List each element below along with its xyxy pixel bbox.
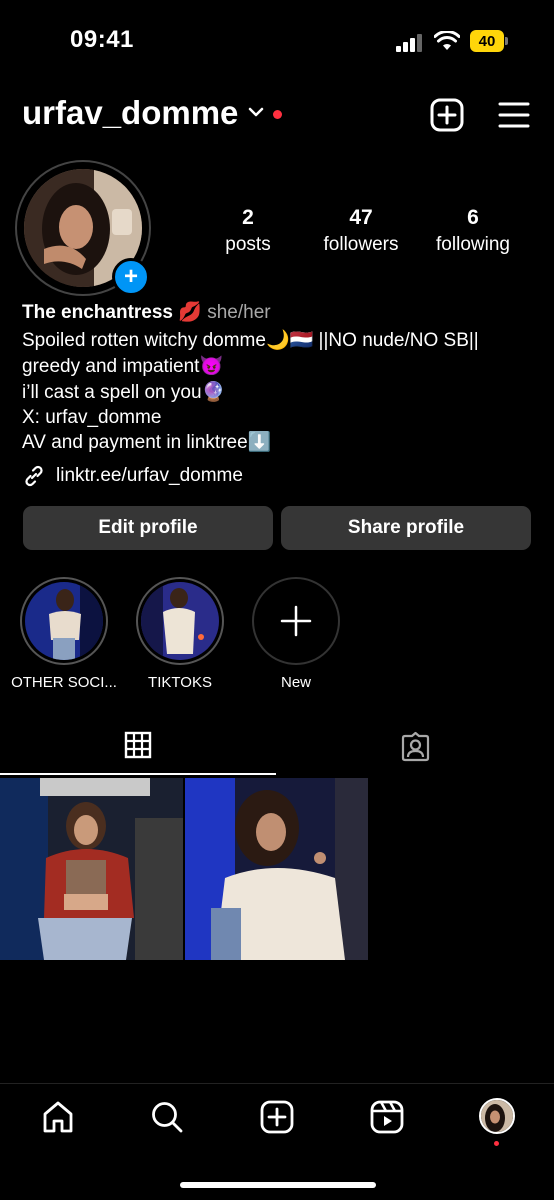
highlight-other-socials[interactable] [20,577,108,665]
grid-icon[interactable] [124,731,152,759]
create-post-icon[interactable] [430,98,464,132]
post-image [0,778,183,960]
stat-posts[interactable]: 2 posts [188,206,308,256]
search-icon[interactable] [150,1100,184,1134]
post-image [185,778,368,960]
home-icon[interactable] [41,1100,75,1134]
followers-label: followers [323,234,399,255]
profile-tab-avatar[interactable] [479,1098,515,1134]
highlight-cover [25,582,103,660]
stat-followers[interactable]: 47 followers [301,206,421,256]
profile-username[interactable]: urfav_domme [22,94,238,132]
chevron-down-icon[interactable] [248,106,264,118]
profile-avatar-image [481,1100,513,1132]
stat-following[interactable]: 6 following [413,206,533,256]
notification-dot [273,110,282,119]
highlight-label: New [280,674,311,691]
bottom-nav-divider [0,1083,554,1084]
reels-icon[interactable] [370,1100,404,1134]
wifi-icon [434,31,460,50]
highlight-new[interactable] [252,577,340,665]
active-tab-indicator [0,773,276,775]
following-label: following [436,234,510,255]
bio-line: AV and payment in linktree⬇️ [22,432,272,453]
cellular-signal-icon [396,34,422,52]
profile-notification-dot [494,1141,499,1146]
menu-icon[interactable] [498,101,530,129]
bio-name-line: The enchantress 💋 she/her [22,300,271,326]
battery-indicator: 40 [470,30,504,52]
plus-icon [280,605,312,637]
bio-line: greedy and impatient😈 [22,356,224,377]
following-count: 6 [467,206,479,229]
highlight-tiktoks[interactable] [136,577,224,665]
highlight-label: TIKTOKS [148,674,212,691]
share-profile-button[interactable]: Share profile [281,506,531,550]
highlight-image [141,582,219,660]
followers-count: 47 [349,206,373,229]
bio-line: X: urfav_domme [22,407,162,428]
link-icon [25,465,43,487]
add-story-button[interactable]: + [112,258,150,296]
home-indicator [180,1182,376,1188]
bio-link-text[interactable]: linktr.ee/urfav_domme [56,465,243,487]
bio-line: i’ll cast a spell on you🔮 [22,382,226,403]
highlight-cover [141,582,219,660]
display-name: The enchantress 💋 [22,302,202,323]
edit-profile-button[interactable]: Edit profile [23,506,273,550]
status-time: 09:41 [70,26,134,53]
highlight-image [25,582,103,660]
create-icon[interactable] [260,1100,294,1134]
pronouns: she/her [207,302,271,323]
tagged-icon[interactable] [400,731,431,762]
highlight-label: OTHER SOCI... [11,674,117,691]
bio-line: Spoiled rotten witchy domme🌙🇳🇱 ||NO nude… [22,330,479,351]
posts-label: posts [225,234,271,255]
battery-tip [505,37,508,45]
bio-link[interactable]: linktr.ee/urfav_domme [22,464,243,488]
post-thumbnail[interactable] [185,778,368,960]
posts-count: 2 [242,206,254,229]
post-thumbnail[interactable] [0,778,183,960]
